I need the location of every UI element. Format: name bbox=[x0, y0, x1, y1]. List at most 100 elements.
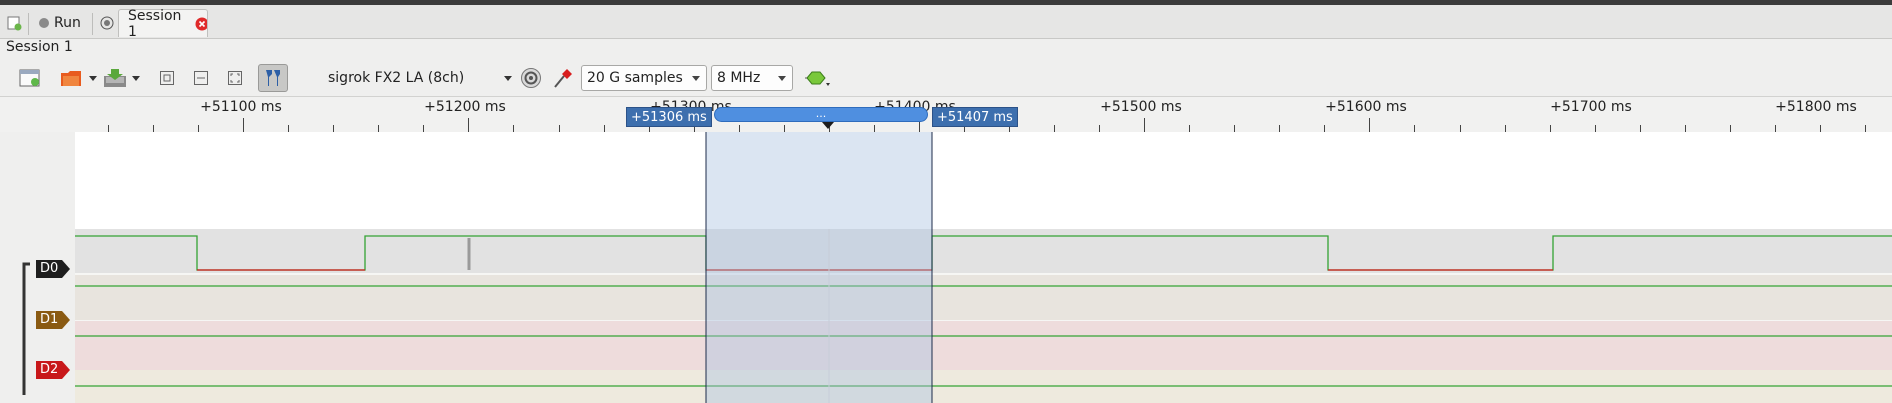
tick-label: +51800 ms bbox=[1775, 99, 1857, 115]
zoom-in-icon bbox=[160, 71, 174, 85]
close-tab-icon[interactable] bbox=[195, 17, 207, 31]
main-toolbar: sigrok FX2 LA (8ch) 20 G samples 8 MHz bbox=[0, 60, 1892, 97]
channel-d1-label[interactable]: D1 bbox=[36, 311, 71, 329]
save-menu-arrow[interactable] bbox=[131, 64, 141, 92]
sample-count-select[interactable]: 20 G samples bbox=[581, 65, 707, 91]
new-view-icon bbox=[19, 69, 40, 87]
channel-d0-label[interactable]: D0 bbox=[36, 260, 71, 278]
cursor-range-handle-label: ... bbox=[815, 107, 827, 120]
channel-d0-name: D0 bbox=[40, 261, 59, 276]
ruler-tick bbox=[1820, 125, 1821, 132]
gear-icon bbox=[521, 68, 541, 88]
record-indicator-icon bbox=[39, 18, 49, 28]
chevron-down-icon bbox=[89, 75, 97, 81]
open-button[interactable] bbox=[58, 64, 86, 92]
ruler-tick bbox=[1144, 118, 1145, 132]
new-tab-icon bbox=[7, 16, 22, 31]
channel-d2-name: D2 bbox=[40, 362, 59, 377]
tick-label: +51600 ms bbox=[1325, 99, 1407, 115]
trace-view[interactable]: D0 D1 D2 bbox=[0, 132, 1892, 403]
chevron-down-icon bbox=[132, 75, 140, 81]
ruler-tick bbox=[153, 125, 154, 132]
cursor-a-flag[interactable]: +51306 ms bbox=[626, 107, 712, 127]
ruler-tick bbox=[243, 118, 244, 132]
device-name: sigrok FX2 LA (8ch) bbox=[328, 70, 465, 86]
d2-background bbox=[75, 321, 1892, 370]
cursor-range-handle[interactable]: ... bbox=[714, 107, 928, 122]
probes-button[interactable] bbox=[550, 64, 576, 92]
chevron-down-icon bbox=[504, 76, 512, 81]
channel-d2-label[interactable]: D2 bbox=[36, 361, 71, 379]
session-title: Session 1 bbox=[6, 39, 73, 55]
tab-session-label: Session 1 bbox=[128, 7, 182, 40]
zoom-out-button[interactable] bbox=[190, 64, 212, 92]
ruler-tick bbox=[1550, 125, 1551, 132]
ruler-tick bbox=[1414, 125, 1415, 132]
device-selector[interactable]: sigrok FX2 LA (8ch) bbox=[328, 64, 518, 92]
add-decoder-button[interactable] bbox=[804, 64, 832, 92]
ruler-tick bbox=[1460, 125, 1461, 132]
cursor-b-flag[interactable]: +51407 ms bbox=[932, 107, 1018, 127]
d0-gap bbox=[75, 273, 1892, 275]
open-menu-arrow[interactable] bbox=[88, 64, 98, 92]
ruler-tick bbox=[784, 125, 785, 132]
decoder-icon bbox=[100, 16, 114, 30]
ruler-tick bbox=[1685, 125, 1686, 132]
ruler-tick bbox=[739, 125, 740, 132]
ruler-tick bbox=[333, 125, 334, 132]
time-ruler[interactable]: +51100 ms +51200 ms +51300 ms +51400 ms … bbox=[0, 97, 1892, 132]
zoom-out-icon bbox=[194, 71, 208, 85]
zoom-fit-button[interactable] bbox=[224, 64, 246, 92]
decoder-add-icon bbox=[805, 71, 830, 86]
ruler-tick bbox=[1279, 125, 1280, 132]
ruler-tick bbox=[1595, 125, 1596, 132]
samplerate-select[interactable]: 8 MHz bbox=[711, 65, 793, 91]
ruler-tick bbox=[468, 118, 469, 132]
ruler-tick bbox=[1099, 125, 1100, 132]
new-view-button[interactable] bbox=[16, 64, 44, 92]
cursor-a-time: +51306 ms bbox=[631, 110, 707, 125]
samplerate-value: 8 MHz bbox=[717, 70, 761, 86]
tick-label: +51200 ms bbox=[424, 99, 506, 115]
ruler-tick bbox=[1369, 118, 1370, 132]
device-config-button[interactable] bbox=[518, 64, 544, 92]
ruler-tick bbox=[1730, 125, 1731, 132]
save-button[interactable] bbox=[101, 64, 129, 92]
ruler-tick bbox=[604, 125, 605, 132]
chevron-down-icon bbox=[778, 76, 786, 81]
ruler-tick bbox=[1189, 125, 1190, 132]
traces-canvas bbox=[0, 132, 1892, 403]
probe-icon bbox=[554, 69, 572, 88]
cursor-range-marker bbox=[822, 122, 834, 129]
ruler-tick bbox=[1234, 125, 1235, 132]
zoom-fit-icon bbox=[228, 71, 242, 85]
ruler-tick bbox=[559, 125, 560, 132]
channel-d1-name: D1 bbox=[40, 312, 59, 327]
zoom-in-button[interactable] bbox=[156, 64, 178, 92]
tab-decoder-button[interactable] bbox=[96, 9, 118, 37]
tab-bar: Run Session 1 bbox=[0, 5, 1892, 40]
sample-count-value: 20 G samples bbox=[587, 70, 683, 86]
open-folder-icon bbox=[61, 71, 81, 86]
new-tab-button[interactable] bbox=[2, 9, 26, 37]
ruler-tick bbox=[1054, 125, 1055, 132]
tick-label: +51100 ms bbox=[200, 99, 282, 115]
tick-label: +51500 ms bbox=[1100, 99, 1182, 115]
ruler-tick bbox=[1324, 125, 1325, 132]
tab-session-1[interactable]: Session 1 bbox=[118, 7, 208, 40]
ruler-tick bbox=[513, 125, 514, 132]
show-cursors-button[interactable] bbox=[258, 64, 288, 92]
ruler-tick bbox=[874, 125, 875, 132]
cursors-icon bbox=[266, 70, 280, 86]
ruler-tick bbox=[1775, 125, 1776, 132]
cursor-b-time: +51407 ms bbox=[937, 110, 1013, 125]
chevron-down-icon bbox=[692, 76, 700, 81]
tick-label: +51700 ms bbox=[1550, 99, 1632, 115]
ruler-tick bbox=[423, 125, 424, 132]
ruler-tick bbox=[1505, 125, 1506, 132]
tab-run[interactable]: Run bbox=[34, 9, 86, 37]
ruler-tick bbox=[1865, 125, 1866, 132]
ruler-tick bbox=[1640, 125, 1641, 132]
cursor-region bbox=[706, 132, 932, 403]
ruler-tick bbox=[288, 125, 289, 132]
